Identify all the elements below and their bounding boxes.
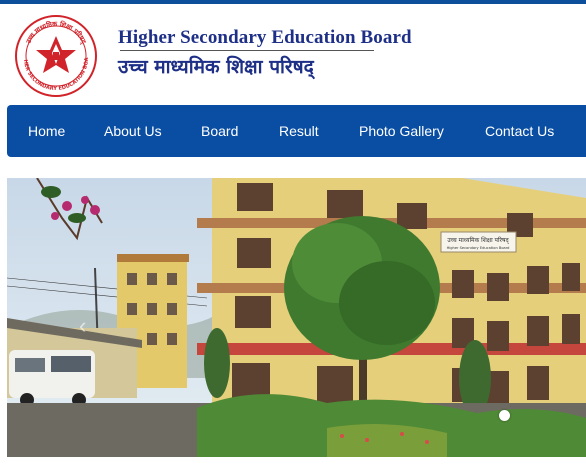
building-sign-en: Higher Secondary Education Board [447, 246, 510, 250]
building-sign-np: उच्च माध्यमिक शिक्षा परिषद् [447, 236, 509, 244]
slider-dot-active[interactable] [499, 410, 510, 421]
main-nav: Home About Us Board Result Photo Gallery… [7, 105, 586, 157]
title-divider [120, 50, 374, 51]
site-title-english: Higher Secondary Education Board [118, 27, 412, 48]
site-title-nepali: उच्च माध्यमिक शिक्षा परिषद् [118, 56, 314, 78]
nav-photo-gallery[interactable]: Photo Gallery [359, 105, 444, 157]
nav-result[interactable]: Result [279, 105, 319, 157]
top-accent-bar [0, 0, 586, 4]
slider-prev-arrow[interactable]: ‹ [79, 313, 86, 339]
image-slider[interactable]: उच्च माध्यमिक शिक्षा परिषद् Higher Secon… [7, 178, 586, 457]
board-logo[interactable]: HIGHER SECONDARY EDUCATION BOARD उच्च मा… [12, 10, 98, 98]
nav-board[interactable]: Board [201, 105, 238, 157]
nav-about-us[interactable]: About Us [104, 105, 162, 157]
nav-contact-us[interactable]: Contact Us [485, 105, 554, 157]
nav-home[interactable]: Home [28, 105, 65, 157]
